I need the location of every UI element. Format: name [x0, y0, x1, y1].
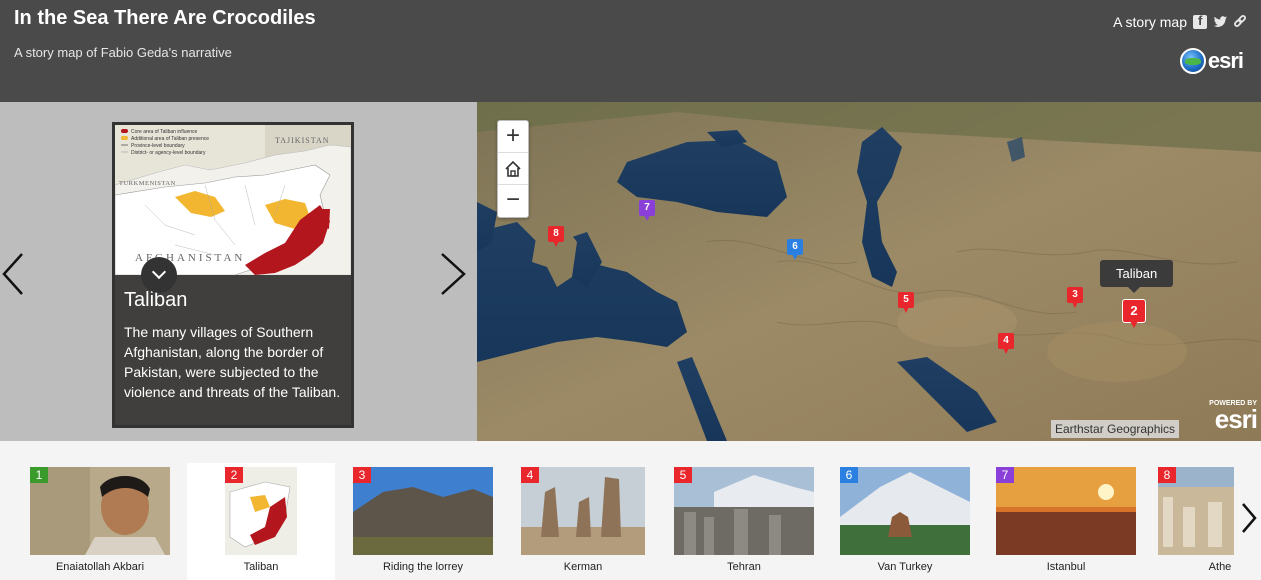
thumbnail-image	[996, 467, 1136, 555]
thumbnail-image	[30, 467, 170, 555]
carousel-item-6[interactable]: 6 Van Turkey	[840, 463, 988, 580]
map-marker-6[interactable]: 6	[787, 239, 803, 261]
home-button[interactable]	[498, 153, 528, 185]
carousel-item-3[interactable]: 3 Riding the lorrey	[353, 463, 501, 580]
map-marker-7[interactable]: 7	[639, 200, 655, 222]
map-label-turkmenistan: TURKMENISTAN	[119, 180, 176, 187]
carousel-badge: 5	[674, 467, 692, 483]
carousel-badge: 6	[840, 467, 858, 483]
esri-logo[interactable]: esri	[1179, 48, 1244, 74]
marker-number: 5	[898, 292, 914, 308]
carousel-label: Tehran	[727, 561, 761, 573]
legend-district-boundary: District- or agency-level boundary	[131, 150, 206, 156]
carousel-label: Athe	[1208, 561, 1232, 573]
carousel-item-1[interactable]: 1 Enaiatollah Akbari	[30, 463, 178, 580]
map-marker-4[interactable]: 4	[998, 333, 1014, 355]
marker-number: 3	[1067, 287, 1083, 303]
story-map-link[interactable]: A story map	[1113, 14, 1187, 30]
thumbnail-image	[840, 467, 970, 555]
chevron-right-icon	[1242, 503, 1257, 533]
carousel-label: Kerman	[563, 561, 603, 573]
chevron-left-icon	[2, 253, 23, 295]
carousel-badge: 2	[225, 467, 243, 483]
carousel-item-2-active[interactable]: 2 Taliban	[187, 463, 335, 580]
section-panel: TAJIKISTAN TURKMENISTAN AFGHANISTAN Core…	[0, 102, 477, 441]
legend-province-boundary: Province-level boundary	[131, 143, 185, 149]
collapse-caption-button[interactable]	[141, 257, 177, 293]
section-media: TAJIKISTAN TURKMENISTAN AFGHANISTAN Core…	[112, 122, 354, 428]
chevron-right-icon	[441, 253, 466, 295]
carousel-badge: 8	[1158, 467, 1176, 483]
powered-by-logo-text: esri	[1214, 404, 1258, 434]
legend-additional-area: Additional area of Taliban presence	[131, 136, 209, 142]
header-share-bar: A story map	[1113, 13, 1247, 30]
thumbnail-image	[521, 467, 645, 555]
carousel-next-button[interactable]	[1240, 501, 1258, 540]
esri-logo-text: esri	[1207, 48, 1244, 73]
carousel-item-7[interactable]: 7 Istanbul	[996, 463, 1144, 580]
map-label-tajikistan: TAJIKISTAN	[275, 136, 330, 145]
marker-number: 7	[639, 200, 655, 216]
twitter-icon[interactable]	[1213, 15, 1227, 29]
carousel-label: Enaiatollah Akbari	[55, 561, 145, 573]
story-map[interactable]: + − 8 7 6 5 4 3 2 Taliban Earthstar Geog…	[477, 102, 1261, 441]
carousel-badge: 3	[353, 467, 371, 483]
marker-number: 8	[548, 226, 564, 242]
section-caption: Taliban The many villages of Southern Af…	[115, 257, 351, 425]
map-marker-5[interactable]: 5	[898, 292, 914, 314]
zoom-out-button[interactable]: −	[498, 185, 528, 217]
map-marker-3[interactable]: 3	[1067, 287, 1083, 309]
section-carousel: 1 Enaiatollah Akbari 2 Taliban 3 Riding …	[0, 441, 1261, 580]
carousel-item-4[interactable]: 4 Kerman	[521, 463, 669, 580]
legend-core-area: Core area of Taliban influence	[131, 129, 198, 135]
taliban-influence-map: TAJIKISTAN TURKMENISTAN AFGHANISTAN Core…	[115, 125, 351, 275]
carousel-badge: 4	[521, 467, 539, 483]
map-marker-2-selected[interactable]: 2	[1122, 299, 1146, 328]
next-section-button[interactable]	[438, 250, 468, 298]
carousel-item-8[interactable]: 8 Athe	[1158, 463, 1234, 580]
story-subtitle: A story map of Fabio Geda's narrative	[14, 45, 232, 60]
marker-number: 4	[998, 333, 1014, 349]
marker-number: 2	[1122, 299, 1146, 323]
carousel-label: Van Turkey	[877, 561, 933, 573]
thumbnail-image	[353, 467, 493, 555]
link-icon[interactable]	[1233, 15, 1247, 29]
powered-by-esri-logo[interactable]: POWERED BY esri	[1209, 400, 1258, 434]
map-attribution[interactable]: Earthstar Geographics	[1051, 420, 1180, 438]
carousel-label: Riding the lorrey	[382, 561, 464, 573]
zoom-controls: + −	[497, 120, 529, 218]
zoom-in-button[interactable]: +	[498, 121, 528, 153]
carousel-label: Istanbul	[1046, 561, 1086, 573]
story-title: In the Sea There Are Crocodiles	[14, 7, 316, 29]
carousel-item-5[interactable]: 5 Tehran	[674, 463, 822, 580]
thumbnail-image	[674, 467, 814, 555]
previous-section-button[interactable]	[0, 250, 26, 298]
globe-icon	[1179, 48, 1206, 74]
marker-tooltip: Taliban	[1100, 260, 1174, 293]
home-icon	[505, 160, 521, 177]
carousel-badge: 1	[30, 467, 48, 483]
section-body: The many villages of Southern Afghanista…	[124, 324, 341, 400]
marker-number: 6	[787, 239, 803, 255]
facebook-icon[interactable]	[1193, 13, 1207, 29]
carousel-label: Taliban	[243, 561, 279, 573]
carousel-badge: 7	[996, 467, 1014, 483]
map-marker-8[interactable]: 8	[548, 226, 564, 248]
app-header: In the Sea There Are Crocodiles A story …	[0, 0, 1261, 102]
